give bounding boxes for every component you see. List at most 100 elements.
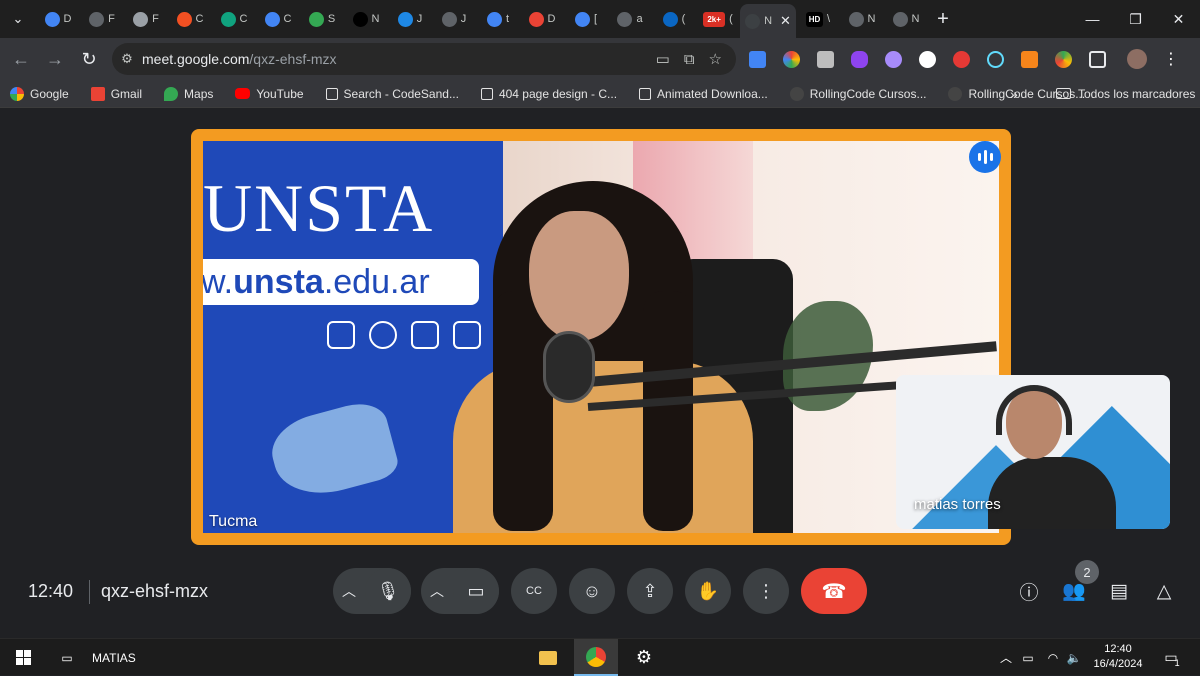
browser-tab[interactable]: [ [564,4,608,34]
bookmark-item[interactable]: Gmail [90,86,142,101]
browser-tab[interactable]: D [520,4,564,34]
browser-tab[interactable]: a [608,4,652,34]
windows-logo-icon [15,650,31,665]
self-view-tile[interactable]: matias torres [896,375,1170,529]
captions-button[interactable]: CC [511,568,557,614]
browser-tab[interactable]: S [300,4,344,34]
react-devtools-icon[interactable] [983,47,1007,71]
folder-icon [1056,88,1071,99]
chrome-taskbar-icon[interactable] [574,639,618,676]
bookmark-item[interactable]: Animated Downloa... [639,87,768,101]
facebook-icon [327,321,355,349]
tab-favicon-icon [220,11,236,27]
system-clock[interactable]: 12:40 16/4/2024 [1088,642,1148,672]
restore-button[interactable]: ❐ [1114,0,1157,38]
bookmark-item[interactable]: Search - CodeSand... [325,87,459,101]
page-icon [639,87,652,100]
browser-tab[interactable]: F [124,4,168,34]
back-button[interactable]: ← [4,42,38,76]
battery-icon[interactable]: ▭ [1018,639,1038,676]
metamask-icon[interactable] [1017,47,1041,71]
close-tab-icon[interactable]: ✕ [780,13,791,29]
reactions-button[interactable]: ☺ [569,568,615,614]
profile-avatar[interactable] [1125,47,1149,71]
hangup-ctl: ☎ [801,568,867,614]
more-ctl: ⋮ [743,568,789,614]
menu-kebab-icon[interactable]: ⋮ [1159,47,1183,71]
bookmark-item[interactable]: Maps [164,86,213,101]
people-icon[interactable]: 👥 [1062,579,1086,603]
browser-tab[interactable]: C [212,4,256,34]
browser-tab[interactable]: C [168,4,212,34]
video-options-chevron-icon[interactable]: ︿ [421,581,453,601]
raise-hand-button[interactable]: ✋ [685,568,731,614]
tab-favicon-icon [89,11,105,27]
show-hidden-icons-chevron[interactable]: ︿ [996,639,1016,676]
new-tab-button[interactable]: + [928,8,958,31]
browser-tab[interactable]: N [840,4,884,34]
chrome-extension-icon[interactable] [1051,47,1075,71]
open-in-window-icon[interactable]: ⧉ [684,51,695,68]
translate-extension-icon[interactable] [745,47,769,71]
minimize-button[interactable]: — [1071,0,1114,38]
task-view-icon[interactable]: ▭ [56,639,78,676]
main-video-tile[interactable]: UNSTA w. unsta .edu.ar Tucma [191,129,1011,545]
audio-options-chevron-icon[interactable]: ︿ [333,581,365,601]
site-info-icon[interactable]: ⚙ [112,51,142,67]
browser-tab[interactable]: HD \ [796,4,840,34]
tools-extension-icon[interactable] [881,47,905,71]
leave-call-button[interactable]: ☎ [801,568,867,614]
browser-tab[interactable]: N [884,4,928,34]
meeting-details-icon[interactable]: ⓘ [1017,579,1041,604]
settings-gear-icon[interactable]: ⚙ [624,639,664,676]
camera-in-use-icon[interactable]: ▭ [656,50,670,68]
tab-favicon-icon [176,11,192,27]
address-bar[interactable]: ⚙ meet.google.com/qxz-ehsf-mzx ▭ ⧉ ☆ [112,43,736,75]
browser-tab[interactable]: ( [652,4,696,34]
screenshot-extension-icon[interactable] [813,47,837,71]
close-window-button[interactable]: ✕ [1157,0,1200,38]
notification-center-icon[interactable]: ▭ 1 [1158,639,1186,676]
bookmark-item[interactable]: 404 page design - C... [480,87,617,101]
forward-button[interactable]: → [38,42,72,76]
reload-button[interactable]: ↻ [72,42,106,76]
adblock-extension-icon[interactable] [949,47,973,71]
browser-tab[interactable]: F [80,4,124,34]
rollingcode-icon [948,86,963,101]
purple-extension-icon[interactable] [847,47,871,71]
tab-search-chevron-icon[interactable]: ⌄ [0,0,36,38]
bookmark-item[interactable]: Google [10,86,69,101]
browser-tab[interactable]: J [388,4,432,34]
extensions-puzzle-icon[interactable] [1085,47,1109,71]
browser-tab[interactable]: N [344,4,388,34]
bookmark-item[interactable]: RollingCode Cursos... [789,86,926,101]
browser-tab[interactable]: J [432,4,476,34]
color-extension-icon[interactable] [779,47,803,71]
more-options-button[interactable]: ⋮ [743,568,789,614]
start-button[interactable] [10,639,36,676]
present-screen-button[interactable]: ⇪ [627,568,673,614]
browser-tab[interactable]: C [256,4,300,34]
volume-icon[interactable]: 🔈 [1064,639,1084,676]
bookmark-label: Google [30,86,69,101]
bookmarks-bar: Google Gmail Maps YouTube Search - CodeSand.… [0,80,1200,108]
url-text[interactable]: meet.google.com/qxz-ehsf-mzx [142,51,337,67]
bookmark-item[interactable]: YouTube [235,87,304,101]
chat-icon[interactable]: ▤ [1107,579,1131,603]
browser-tab[interactable]: t [476,4,520,34]
microphone-button[interactable]: 🎙 [365,568,411,614]
wifi-icon[interactable]: ◠ [1043,639,1063,676]
tab-title: F [108,13,115,25]
camera-button[interactable]: ▭ [453,568,499,614]
browser-tab[interactable]: D [36,4,80,34]
bookmarks-more-button[interactable]: » [1010,86,1018,102]
activities-icon[interactable]: △ [1152,579,1176,603]
pen-extension-icon[interactable] [915,47,939,71]
tab-title: N [764,15,773,27]
browser-tab[interactable]: 2k+( [696,4,740,34]
file-explorer-icon[interactable] [528,639,568,676]
tab-active[interactable]: N ✕ [740,4,796,38]
all-bookmarks-button[interactable]: Todos los marcadores [1056,87,1195,101]
tab-favicon-icon [264,11,280,27]
bookmark-star-icon[interactable]: ☆ [709,50,722,68]
